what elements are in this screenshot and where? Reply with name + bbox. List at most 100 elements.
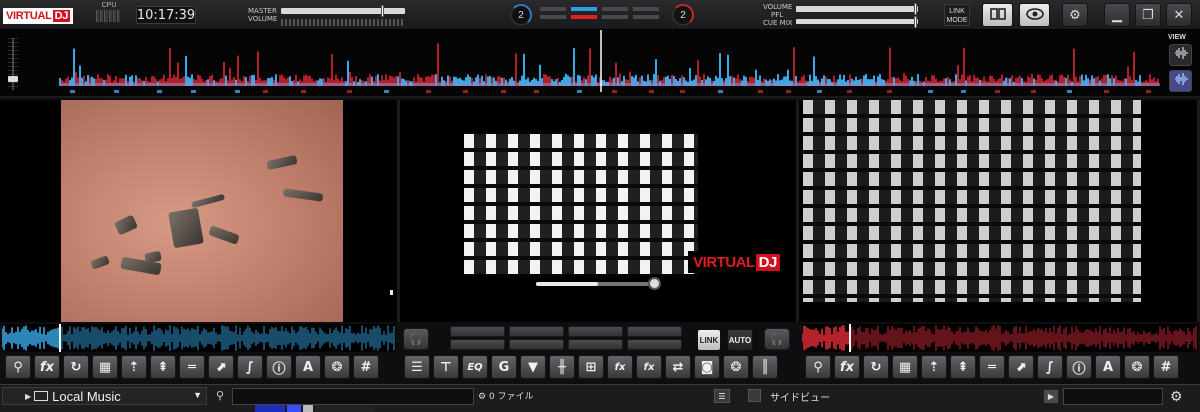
- upload-button[interactable]: ⇡: [121, 355, 147, 379]
- overview-cue-marker: [426, 90, 431, 93]
- fx-button[interactable]: fx: [834, 355, 860, 379]
- hash-button[interactable]: #: [353, 355, 379, 379]
- video-button[interactable]: ❂: [1124, 355, 1150, 379]
- flip-button[interactable]: ⬈: [1008, 355, 1034, 379]
- loop-button[interactable]: ↻: [863, 355, 889, 379]
- upload-button[interactable]: ⇡: [921, 355, 947, 379]
- filter-button[interactable]: ▼: [520, 355, 546, 379]
- list-view-button[interactable]: ☰: [714, 389, 730, 403]
- tempo-button[interactable]: ⊤: [433, 355, 459, 379]
- video-fx-button[interactable]: ❂: [723, 355, 749, 379]
- grid-icon: ▦: [98, 359, 112, 375]
- link-mode-button[interactable]: LINK MODE: [944, 4, 970, 26]
- expand-arrow-icon[interactable]: ▶: [25, 392, 31, 401]
- flip-button[interactable]: ⬈: [208, 355, 234, 379]
- overview-cue-marker: [1031, 90, 1036, 93]
- pin-button[interactable]: ⚲: [5, 355, 31, 379]
- eq-icon: EQ: [467, 361, 483, 373]
- sampler-button[interactable]: ⇞: [150, 355, 176, 379]
- file-settings-icon[interactable]: ⚙: [478, 392, 486, 402]
- settings-button[interactable]: ⚙: [1062, 3, 1088, 27]
- restore-button[interactable]: ❐: [1135, 3, 1161, 27]
- eq-slot-2[interactable]: [450, 339, 505, 350]
- eq-slot-1[interactable]: [450, 326, 505, 337]
- headphone-volume-slider[interactable]: [796, 3, 918, 15]
- cue-mix-slider[interactable]: [796, 16, 918, 28]
- sampler-icon: ⇞: [157, 359, 169, 375]
- folder-selector[interactable]: ▶ Local Music ▼: [2, 387, 207, 405]
- gear-icon[interactable]: ⚙: [1170, 388, 1183, 405]
- split-button[interactable]: ╫: [549, 355, 575, 379]
- view-waveform-gray-button[interactable]: [1169, 44, 1192, 66]
- info-icon: ⓘ: [1072, 361, 1086, 377]
- list-button[interactable]: ☰: [404, 355, 430, 379]
- left-headphone-cue-button[interactable]: 🎧: [403, 328, 429, 350]
- loop-icon: ↻: [870, 359, 882, 375]
- eq-slot-8[interactable]: [627, 339, 682, 350]
- pads-button[interactable]: ▦: [892, 355, 918, 379]
- minimize-button[interactable]: ▁: [1104, 3, 1130, 27]
- close-button[interactable]: ✕: [1166, 3, 1192, 27]
- fx-one-button[interactable]: fx: [636, 355, 662, 379]
- left-deck-video[interactable]: [0, 100, 397, 322]
- eq-button[interactable]: EQ: [462, 355, 488, 379]
- gain-button[interactable]: G: [491, 355, 517, 379]
- view-toggle-button[interactable]: [1019, 3, 1050, 27]
- info-button[interactable]: ⓘ: [1066, 355, 1092, 379]
- pads-button[interactable]: ▦: [92, 355, 118, 379]
- info-button[interactable]: ⓘ: [266, 355, 292, 379]
- overview-waveform[interactable]: [0, 30, 1200, 98]
- swap-button[interactable]: ⇄: [665, 355, 691, 379]
- hash-button[interactable]: #: [1153, 355, 1179, 379]
- master-volume-slider[interactable]: [281, 5, 405, 17]
- sideview-play-button[interactable]: ▶: [1043, 389, 1059, 404]
- watermark-virtual: VIRTUAL: [693, 253, 755, 271]
- cue-mix-label: CUE MIX: [763, 19, 793, 27]
- mixer-button[interactable]: ⊞: [578, 355, 604, 379]
- master-video-output[interactable]: VIRTUAL DJ: [400, 100, 796, 322]
- center-mixer-controls: 🎧 LINK AUTO 🎧: [400, 324, 798, 354]
- equal-button[interactable]: ═: [179, 355, 205, 379]
- loop-button[interactable]: ↻: [63, 355, 89, 379]
- search-input[interactable]: [232, 388, 474, 405]
- left-deck-waveform[interactable]: [1, 324, 396, 352]
- equal-button[interactable]: ═: [979, 355, 1005, 379]
- eq-slot-6[interactable]: [568, 339, 623, 350]
- wave-button[interactable]: ║: [752, 355, 778, 379]
- fx-button[interactable]: fx: [34, 355, 60, 379]
- video-crossfader-fill: [536, 282, 598, 286]
- fx-pair-button[interactable]: fx: [607, 355, 633, 379]
- curve-button[interactable]: ∫: [237, 355, 263, 379]
- loop-icon: ↻: [70, 359, 82, 375]
- dropdown-arrow-icon[interactable]: ▼: [193, 390, 202, 400]
- right-headphone-cue-button[interactable]: 🎧: [764, 328, 790, 350]
- video-button[interactable]: ❂: [324, 355, 350, 379]
- auto-button[interactable]: AUTO: [727, 329, 753, 351]
- curve-button[interactable]: ∫: [1037, 355, 1063, 379]
- clock: 10:17:39: [136, 6, 196, 24]
- left-track-waveform[interactable]: [1, 324, 396, 352]
- right-deck-waveform[interactable]: [801, 324, 1198, 352]
- view-waveform-color-button[interactable]: [1169, 70, 1192, 92]
- right-track-waveform[interactable]: [801, 324, 1198, 352]
- overview-cue-marker: [301, 90, 306, 93]
- a-button[interactable]: A: [295, 355, 321, 379]
- sideview-toggle[interactable]: [748, 389, 761, 402]
- pin-button[interactable]: ⚲: [805, 355, 831, 379]
- eq-slot-5[interactable]: [568, 326, 623, 337]
- right-deck-video[interactable]: [799, 100, 1197, 322]
- eq-slot-4[interactable]: [509, 339, 564, 350]
- eq-slot-7[interactable]: [627, 326, 682, 337]
- sampler-button[interactable]: ⇞: [950, 355, 976, 379]
- layout-button[interactable]: [982, 3, 1013, 27]
- link-button[interactable]: LINK: [697, 329, 721, 351]
- eq-slot-3[interactable]: [509, 326, 564, 337]
- close-icon: ✕: [1173, 7, 1185, 22]
- waveform-icon: [1174, 72, 1188, 91]
- sideview-search-input[interactable]: [1063, 388, 1163, 405]
- speaker-button[interactable]: ◙: [694, 355, 720, 379]
- right-deck-number[interactable]: 2: [672, 4, 694, 26]
- a-button[interactable]: A: [1095, 355, 1121, 379]
- video-crossfader-knob[interactable]: [648, 277, 661, 290]
- left-deck-number[interactable]: 2: [510, 4, 532, 26]
